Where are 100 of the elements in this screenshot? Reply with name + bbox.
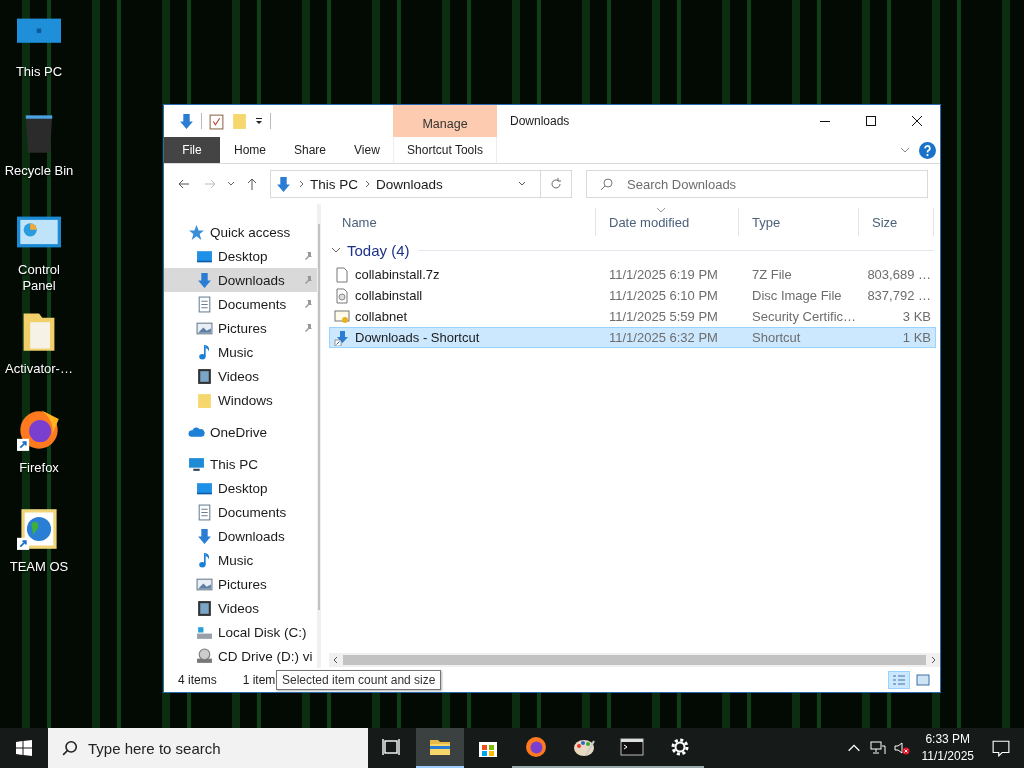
- windows-logo-icon: [16, 740, 32, 756]
- close-icon: [911, 115, 923, 127]
- navigation-item[interactable]: Downloads: [164, 524, 317, 548]
- document-icon: [196, 503, 213, 521]
- disc-drive-icon: [196, 647, 213, 665]
- navigation-item[interactable]: Music: [164, 548, 317, 572]
- table-cell-text: 803,689 …: [866, 267, 932, 282]
- navigation-item[interactable]: Quick access: [164, 220, 317, 244]
- group-header[interactable]: Today (4): [347, 241, 410, 259]
- download-arrow-icon: [196, 271, 213, 289]
- table-cell-text: 837,792 …: [866, 288, 932, 303]
- search-icon: [600, 177, 614, 191]
- navigation-item[interactable]: Documents: [164, 292, 317, 316]
- navigation-item[interactable]: Documents: [164, 500, 317, 524]
- column-header[interactable]: Name: [329, 208, 596, 236]
- properties-icon[interactable]: [208, 112, 225, 130]
- table-cell-text: 11/1/2025 6:19 PM: [608, 267, 719, 282]
- table-cell-text: Disc Image File: [751, 288, 843, 303]
- file-icon: [334, 266, 350, 283]
- refresh-icon: [549, 177, 563, 191]
- navigation-item[interactable]: This PC: [164, 452, 317, 476]
- clock-time[interactable]: 6:33 PM: [925, 731, 971, 748]
- notifications-icon[interactable]: [992, 739, 1010, 757]
- window-title: Downloads: [509, 113, 570, 130]
- file-name: collabnet: [355, 309, 408, 324]
- chevron-icon: [363, 180, 371, 188]
- film-icon: [196, 599, 213, 617]
- breadcrumb[interactable]: This PC: [310, 176, 358, 192]
- tooltip: Selected item count and size: [276, 670, 442, 690]
- chevron-icon: [297, 180, 305, 188]
- desktop-icon-label: TEAM OS: [8, 559, 70, 575]
- navigation-item[interactable]: CD Drive (D:) vi: [164, 644, 317, 668]
- navigation-item[interactable]: Videos: [164, 596, 317, 620]
- file-row[interactable]: collabinstall.7z 11/1/2025 6:19 PM 7Z File 803,689 …: [329, 264, 936, 285]
- table-cell-text: 3 KB: [901, 309, 932, 324]
- dropdown-caret-icon[interactable]: [254, 116, 264, 126]
- file-explorer-button[interactable]: [416, 728, 464, 768]
- scroll-right-icon[interactable]: [929, 656, 937, 664]
- certificate-icon: [334, 308, 350, 325]
- navigation-item[interactable]: Pictures: [164, 316, 317, 340]
- navigation-item[interactable]: Downloads: [164, 268, 317, 292]
- file-row[interactable]: Downloads - Shortcut 11/1/2025 6:32 PM Shortcut 1 KB: [329, 327, 936, 348]
- navigation-item[interactable]: Music: [164, 340, 317, 364]
- item-count: 4 items: [178, 673, 217, 687]
- help-icon[interactable]: [919, 141, 936, 159]
- column-header[interactable]: Type: [739, 208, 859, 236]
- ribbon-tab[interactable]: File: [164, 137, 220, 163]
- disc-image-icon: [334, 287, 350, 304]
- group-chevron-icon[interactable]: [331, 245, 341, 255]
- table-cell-text: Security Certific…: [751, 309, 858, 324]
- navigation-item[interactable]: Local Disk (C:): [164, 620, 317, 644]
- scroll-left-icon[interactable]: [332, 656, 340, 664]
- document-icon: [196, 295, 213, 313]
- preview-pane-icon: [916, 674, 930, 686]
- navigation-item[interactable]: Videos: [164, 364, 317, 388]
- desktop-icon-label: Recycle Bin: [3, 163, 75, 179]
- file-row[interactable]: collabnet 11/1/2025 5:59 PM Security Certific… 3 KB: [329, 306, 936, 327]
- terminal-icon: [620, 735, 644, 759]
- browser-icon[interactable]: [17, 408, 61, 452]
- horizontal-scrollbar[interactable]: [329, 653, 940, 667]
- ribbon-tab[interactable]: View: [340, 137, 394, 163]
- table-cell-text: 11/1/2025 5:59 PM: [608, 309, 719, 324]
- table-cell-text: 11/1/2025 6:10 PM: [608, 288, 719, 303]
- table-cell-text: Shortcut: [751, 330, 802, 345]
- file-row[interactable]: collabinstall 11/1/2025 6:10 PM Disc Image File 837,792 …: [329, 285, 936, 306]
- desktop-icon-label: Activator-…: [4, 361, 74, 377]
- download-arrow-icon: [275, 175, 292, 193]
- navigation-item[interactable]: Pictures: [164, 572, 317, 596]
- clock-date[interactable]: 11/1/2025: [921, 748, 974, 765]
- download-arrow-icon[interactable]: [178, 112, 195, 130]
- navigation-item[interactable]: Desktop: [164, 476, 317, 500]
- download-arrow-icon: [196, 527, 213, 545]
- sort-caret-icon: [656, 207, 666, 213]
- up-arrow-icon[interactable]: [245, 177, 259, 191]
- navigation-item[interactable]: Desktop: [164, 244, 317, 268]
- file-name: collabinstall.7z: [355, 267, 440, 282]
- navigation-item[interactable]: OneDrive: [164, 420, 317, 444]
- vertical-scrollbar[interactable]: [316, 204, 321, 668]
- computer-icon: [188, 455, 205, 473]
- address-bar[interactable]: This PC Downloads: [270, 170, 572, 198]
- taskbar-search-field[interactable]: Type here to search: [48, 728, 368, 768]
- desktop-icon-label: Control Panel: [17, 262, 61, 294]
- back-arrow-icon[interactable]: [177, 177, 191, 191]
- column-header[interactable]: Size: [859, 208, 934, 236]
- navigation-item[interactable]: Windows: [164, 388, 317, 412]
- maximize-icon: [865, 115, 877, 127]
- folder-icon: [196, 391, 213, 409]
- ribbon-tab[interactable]: Shortcut Tools: [393, 137, 497, 163]
- volume-icon[interactable]: [893, 740, 910, 756]
- breadcrumb[interactable]: Downloads: [376, 176, 443, 192]
- network-icon[interactable]: [869, 740, 886, 756]
- film-icon: [196, 367, 213, 385]
- ribbon-tab[interactable]: Home: [220, 137, 280, 163]
- file-name: collabinstall: [355, 288, 423, 303]
- table-cell-text: 7Z File: [751, 267, 793, 282]
- desktop-icon-label: This PC: [14, 64, 64, 80]
- search-field[interactable]: Search Downloads: [586, 170, 928, 198]
- search-icon: [62, 740, 78, 756]
- ribbon-tab[interactable]: Share: [280, 137, 341, 163]
- column-header[interactable]: Date modified: [596, 208, 739, 236]
